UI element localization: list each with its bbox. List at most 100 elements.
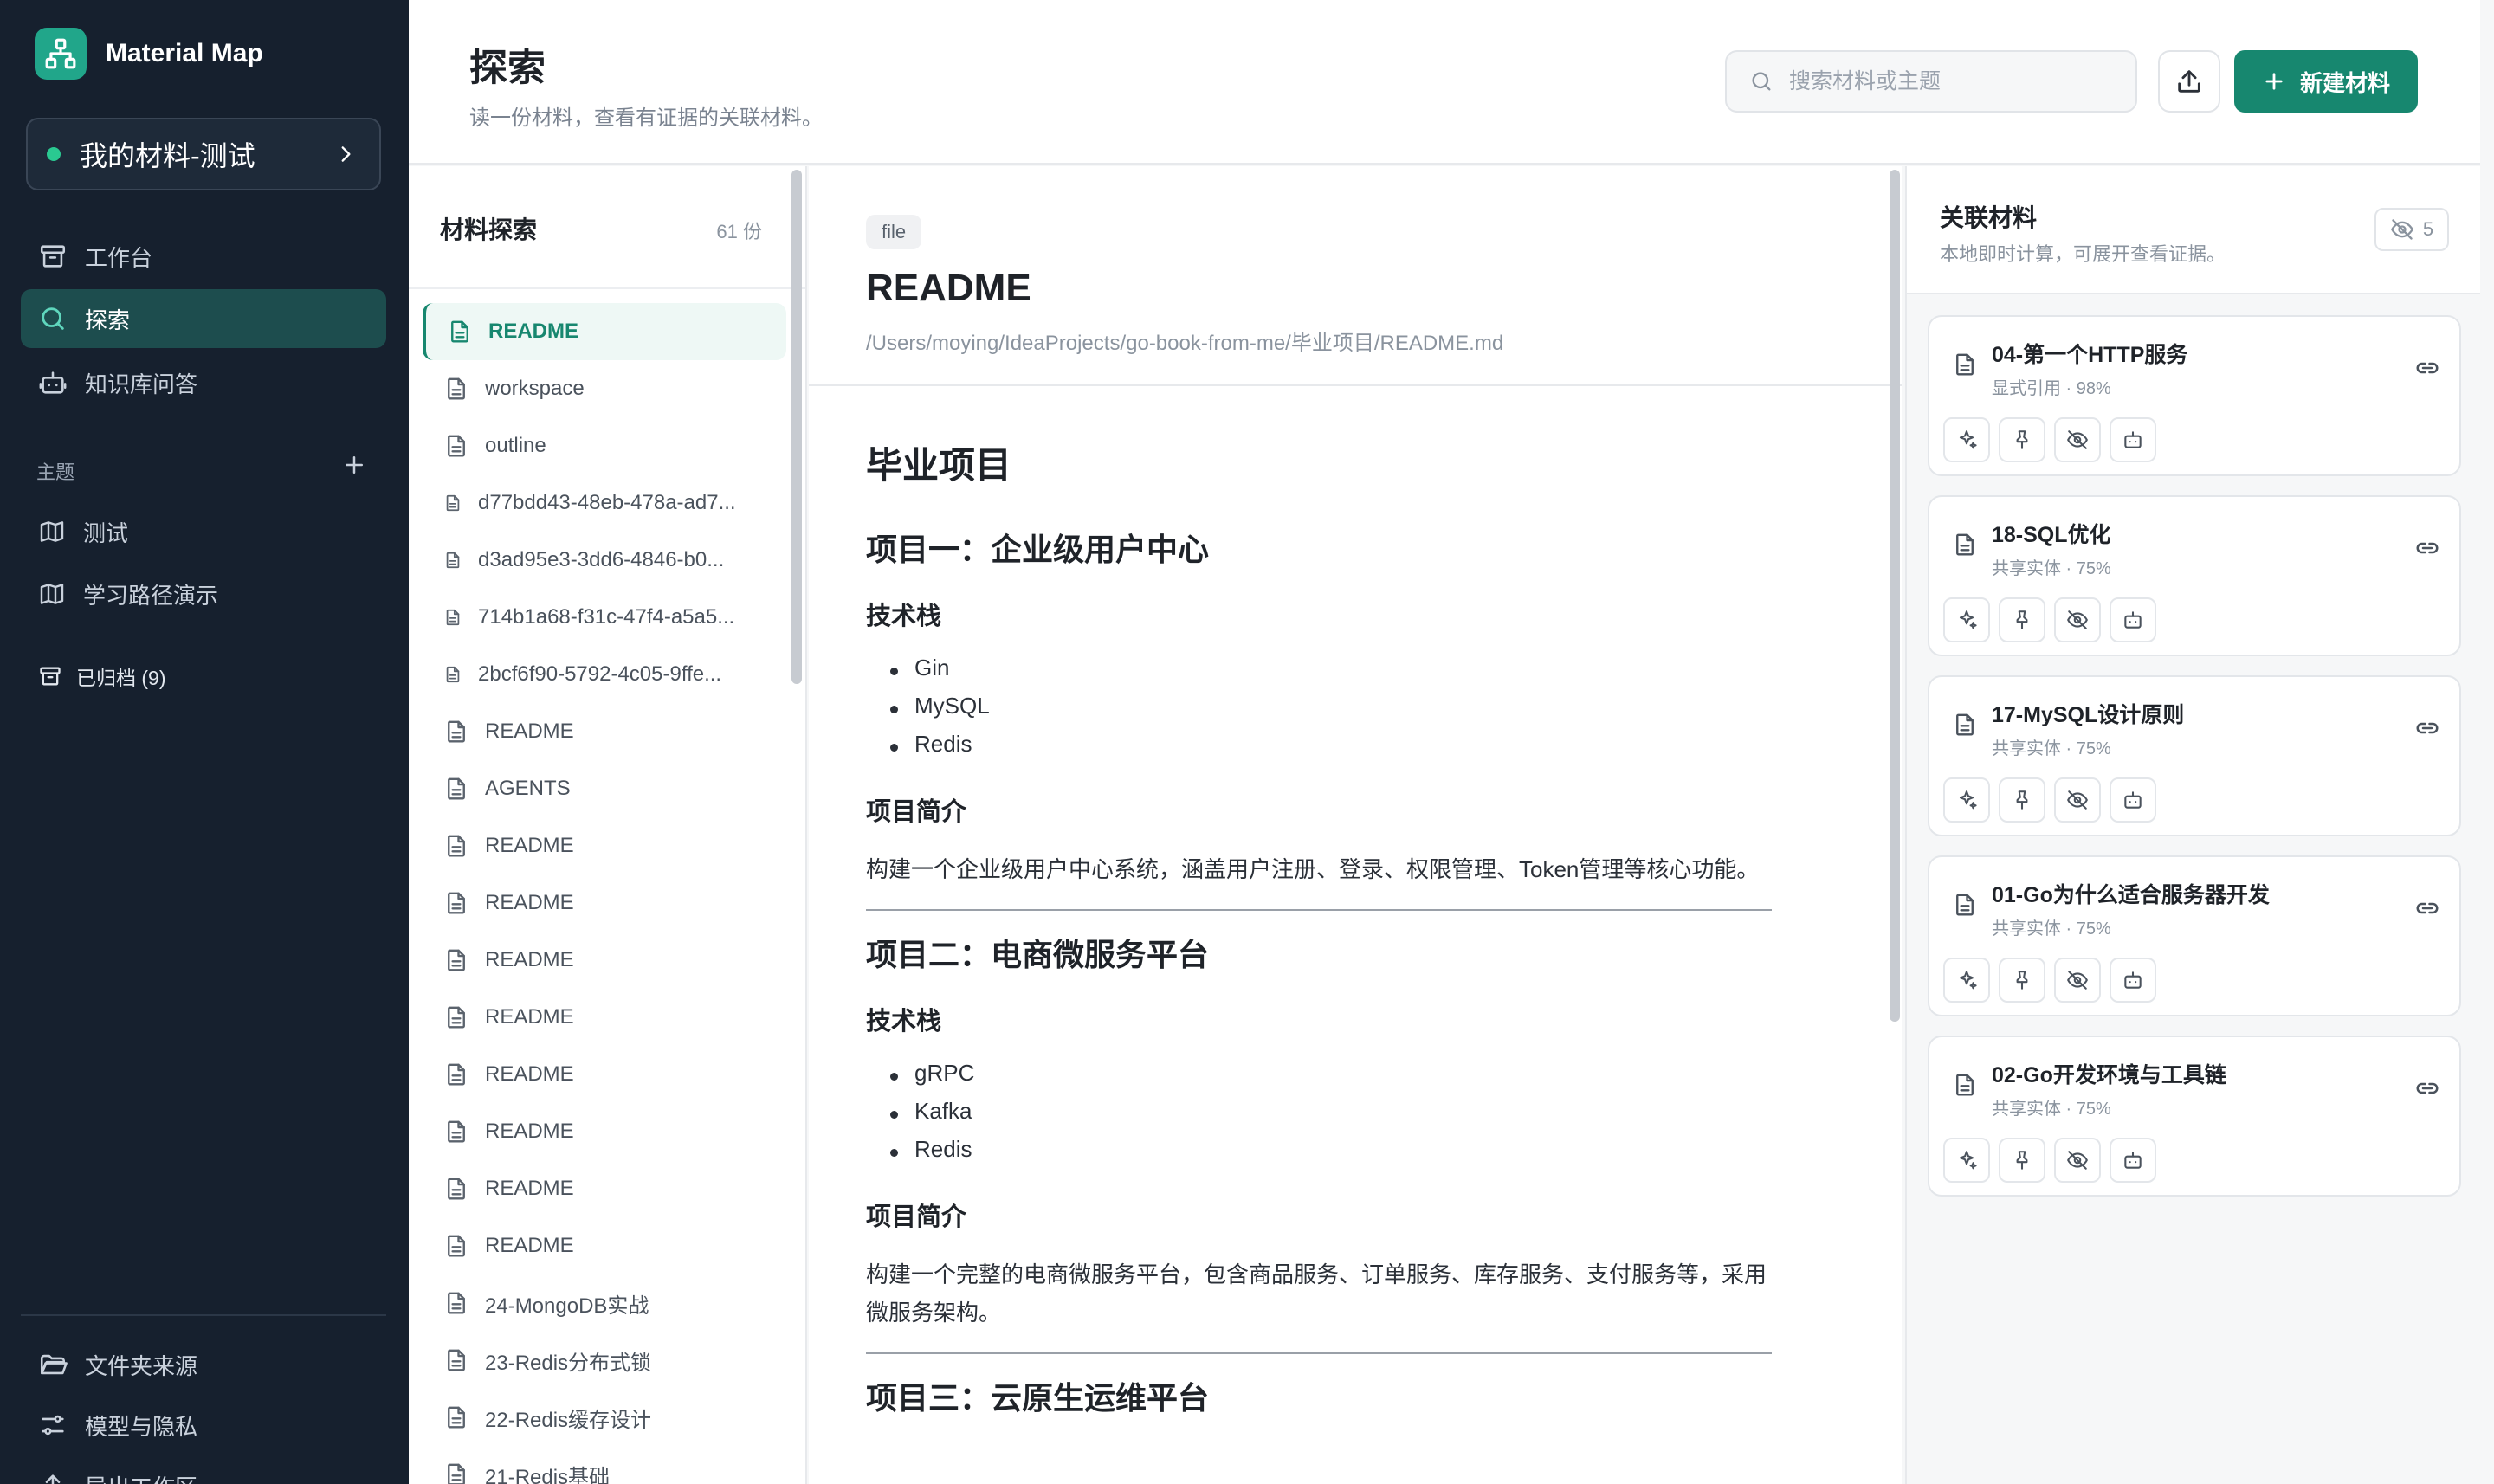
- material-list-item-label: 23-Redis分布式锁: [485, 1351, 652, 1375]
- bot-icon: [2122, 429, 2144, 451]
- material-list-item[interactable]: README: [423, 817, 786, 874]
- eye-off-icon: [2390, 217, 2414, 242]
- link-icon[interactable]: [2414, 895, 2440, 921]
- hidden-related-button[interactable]: 5: [2374, 208, 2449, 251]
- pin-button[interactable]: [1999, 1138, 2045, 1183]
- document-icon: [443, 551, 462, 570]
- topic-item-learning-path[interactable]: 学习路径演示: [21, 565, 386, 623]
- document-scrollbar[interactable]: [1890, 170, 1900, 1022]
- link-icon[interactable]: [2414, 535, 2440, 561]
- archived-topics[interactable]: 已归档 (9): [38, 661, 166, 691]
- sparkle-button[interactable]: [1943, 1138, 1990, 1183]
- eye-off-button[interactable]: [2054, 1138, 2101, 1183]
- eye-off-button[interactable]: [2054, 777, 2101, 823]
- document-icon: [443, 1004, 469, 1030]
- material-list-item[interactable]: 22-Redis缓存设计: [423, 1389, 786, 1446]
- add-topic-icon[interactable]: [341, 452, 367, 478]
- material-list-item-label: 2bcf6f90-5792-4c05-9ffe...: [478, 662, 722, 686]
- new-material-label: 新建材料: [2299, 69, 2390, 96]
- workspace-name: 我的材料-测试: [80, 140, 255, 171]
- bot-button[interactable]: [2110, 597, 2156, 642]
- document-icon: [447, 319, 473, 345]
- related-card[interactable]: 01-Go为什么适合服务器开发 共享实体 · 75%: [1928, 855, 2461, 1016]
- nav-explore-label: 探索: [85, 306, 131, 333]
- material-list-item[interactable]: AGENTS: [423, 760, 786, 817]
- new-material-button[interactable]: 新建材料: [2234, 50, 2418, 113]
- material-list-item[interactable]: README: [423, 1103, 786, 1160]
- document-icon: [443, 1347, 469, 1373]
- material-list-item[interactable]: d77bdd43-48eb-478a-ad7...: [423, 474, 786, 532]
- sidebar-divider: [21, 1314, 386, 1316]
- sparkle-button[interactable]: [1943, 958, 1990, 1003]
- pin-icon: [2011, 1149, 2033, 1171]
- material-list-item[interactable]: README: [423, 1217, 786, 1274]
- nav-workbench[interactable]: 工作台: [21, 227, 386, 286]
- material-list-panel: 材料探索 61 份 README workspace outline d77bdd43…: [409, 166, 807, 1484]
- eye-off-button[interactable]: [2054, 417, 2101, 462]
- sparkle-button[interactable]: [1943, 597, 1990, 642]
- bot-button[interactable]: [2110, 958, 2156, 1003]
- bot-icon: [38, 368, 68, 397]
- eye-off-button[interactable]: [2054, 597, 2101, 642]
- related-subtitle: 本地即时计算，可展开查看证据。: [1940, 243, 2226, 265]
- material-list-item[interactable]: d3ad95e3-3dd6-4846-b0...: [423, 532, 786, 589]
- eye-off-button[interactable]: [2054, 958, 2101, 1003]
- material-list-item[interactable]: README: [423, 989, 786, 1046]
- material-list-item[interactable]: README: [423, 1046, 786, 1103]
- bot-icon: [2122, 969, 2144, 991]
- material-list-item[interactable]: README: [423, 932, 786, 989]
- bot-button[interactable]: [2110, 777, 2156, 823]
- document-header: file README /Users/moying/IdeaProjects/g…: [809, 166, 1902, 386]
- pin-button[interactable]: [1999, 597, 2045, 642]
- bot-button[interactable]: [2110, 1138, 2156, 1183]
- material-list-item[interactable]: 21-Redis基础: [423, 1446, 786, 1484]
- material-list-item[interactable]: README: [423, 703, 786, 760]
- doc-paragraph-intro-1: 构建一个企业级用户中心系统，涵盖用户注册、登录、权限管理、Token管理等核心功…: [866, 856, 1760, 882]
- related-card[interactable]: 04-第一个HTTP服务 显式引用 · 98%: [1928, 315, 2461, 476]
- related-card-actions: [1943, 777, 2165, 823]
- material-list-item[interactable]: 714b1a68-f31c-47f4-a5a5...: [423, 589, 786, 646]
- related-card[interactable]: 18-SQL优化 共享实体 · 75%: [1928, 495, 2461, 656]
- material-list-item[interactable]: 2bcf6f90-5792-4c05-9ffe...: [423, 646, 786, 703]
- nav-explore[interactable]: 探索: [21, 289, 386, 348]
- map-icon: [38, 580, 66, 608]
- material-list-item[interactable]: README: [423, 1160, 786, 1217]
- material-list-item[interactable]: 24-MongoDB实战: [423, 1274, 786, 1332]
- material-list-item[interactable]: workspace: [423, 360, 786, 417]
- material-list-item[interactable]: outline: [423, 417, 786, 474]
- pin-button[interactable]: [1999, 417, 2045, 462]
- bot-button[interactable]: [2110, 417, 2156, 462]
- link-icon[interactable]: [2414, 1075, 2440, 1101]
- material-list: README workspace outline d77bdd43-48eb-478a…: [423, 303, 786, 1484]
- brand[interactable]: Material Map: [35, 28, 263, 80]
- sparkle-icon: [1955, 969, 1978, 991]
- pin-button[interactable]: [1999, 958, 2045, 1003]
- document-icon: [443, 1290, 469, 1316]
- document-icon: [443, 1461, 469, 1484]
- search-box[interactable]: [1725, 50, 2137, 113]
- workspace-switcher[interactable]: 我的材料-测试: [26, 118, 381, 190]
- nav-folder-sources[interactable]: 文件夹来源: [21, 1335, 386, 1394]
- topic-item-test[interactable]: 测试: [21, 502, 386, 561]
- related-card[interactable]: 17-MySQL设计原则 共享实体 · 75%: [1928, 675, 2461, 836]
- material-list-scrollbar[interactable]: [791, 170, 802, 684]
- related-card-title: 18-SQL优化: [1992, 523, 2111, 547]
- material-list-item[interactable]: README: [423, 874, 786, 932]
- doc-heading-intro-1: 项目简介: [866, 798, 967, 826]
- link-icon[interactable]: [2414, 355, 2440, 381]
- nav-export-workspace[interactable]: 导出工作区: [21, 1456, 386, 1484]
- hidden-related-count: 5: [2422, 218, 2434, 240]
- document-icon: [1952, 1072, 1978, 1098]
- pin-button[interactable]: [1999, 777, 2045, 823]
- upload-button[interactable]: [2158, 50, 2220, 113]
- related-card[interactable]: 02-Go开发环境与工具链 共享实体 · 75%: [1928, 1036, 2461, 1197]
- sparkle-button[interactable]: [1943, 777, 1990, 823]
- material-list-item[interactable]: 23-Redis分布式锁: [423, 1332, 786, 1389]
- material-list-item[interactable]: README: [423, 303, 786, 360]
- sparkle-button[interactable]: [1943, 417, 1990, 462]
- search-input[interactable]: [1789, 68, 2118, 94]
- doc-heading-project-3: 项目三：云原生运维平台: [866, 1380, 1210, 1416]
- nav-qa[interactable]: 知识库问答: [21, 353, 386, 412]
- link-icon[interactable]: [2414, 715, 2440, 741]
- nav-models-privacy[interactable]: 模型与隐私: [21, 1396, 386, 1455]
